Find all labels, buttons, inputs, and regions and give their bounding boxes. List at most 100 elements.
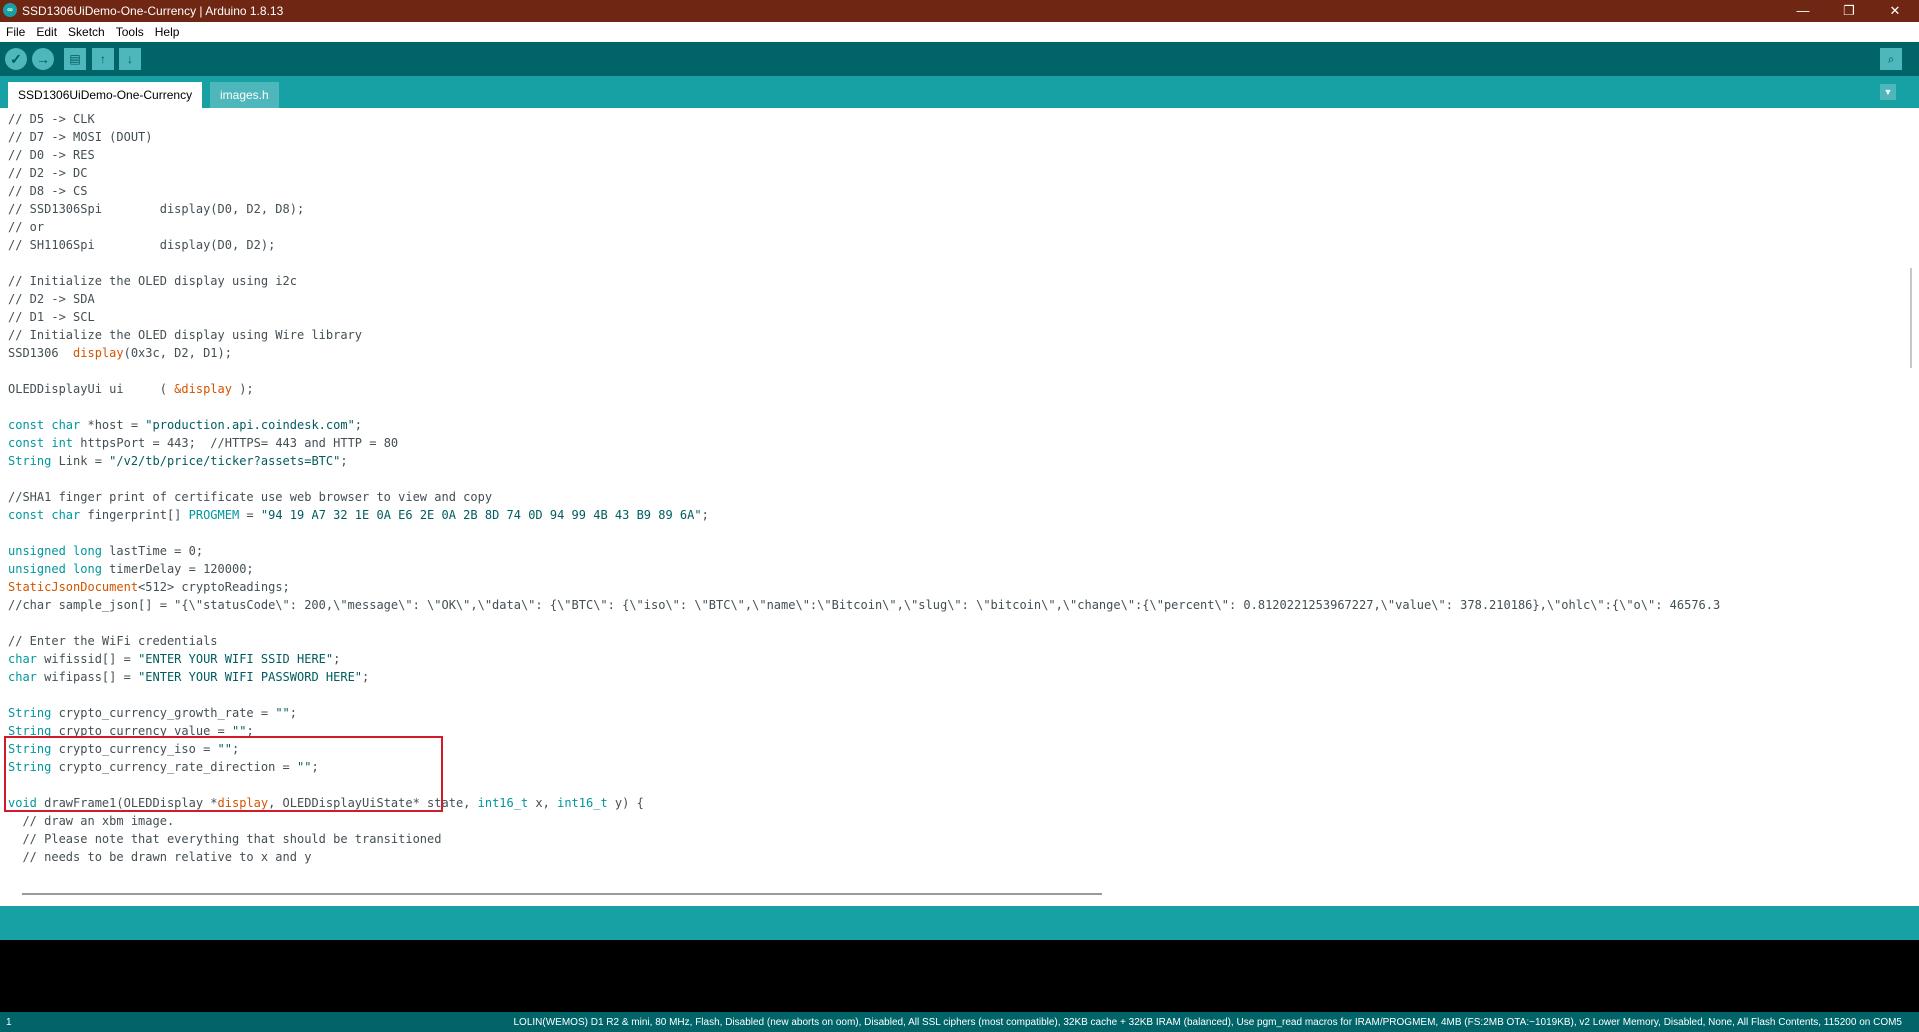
horizontal-scrollbar[interactable] [0, 886, 1919, 906]
code-line: unsigned long timerDelay = 120000; [8, 560, 254, 578]
code-token: SSD1306 [8, 346, 74, 360]
code-token: char [8, 652, 37, 666]
code-token: // Please note that everything that shou… [8, 832, 442, 846]
save-sketch-button[interactable]: ↓ [119, 48, 141, 70]
code-token: wifipass[] = [36, 670, 139, 684]
code-token: = [239, 508, 261, 522]
code-line: const char fingerprint[] PROGMEM = "94 1… [8, 506, 709, 524]
code-token: // Enter the WiFi credentials [8, 634, 218, 648]
code-token: "ENTER YOUR WIFI PASSWORD HERE" [138, 670, 363, 684]
horizontal-scroll-thumb[interactable] [22, 893, 1102, 895]
code-line: char wifissid[] = "ENTER YOUR WIFI SSID … [8, 650, 340, 668]
code-line: // Initialize the OLED display using Wir… [8, 326, 362, 344]
status-bar [0, 906, 1919, 940]
code-token: StaticJsonDocument [8, 580, 139, 594]
code-token: // D5 -> CLK [8, 112, 95, 126]
code-token: int16_t [477, 796, 529, 810]
new-sketch-button[interactable]: ▤ [64, 48, 86, 70]
code-token: httpsPort = 443; //HTTPS= 443 and HTTP =… [73, 436, 399, 450]
code-token: x, [528, 796, 558, 810]
code-line: // or [8, 218, 44, 236]
code-token: *host = [80, 418, 146, 432]
code-token: // D8 -> CS [8, 184, 88, 198]
title-bar: ∞ SSD1306UiDemo-One-Currency | Arduino 1… [0, 0, 1919, 22]
open-sketch-button[interactable]: ↑ [92, 48, 114, 70]
code-token: "94 19 A7 32 1E 0A E6 2E 0A 2B 8D 74 0D … [260, 508, 702, 522]
code-token: ; [340, 454, 348, 468]
code-token: y) { [607, 796, 644, 810]
upload-button[interactable]: → [32, 48, 54, 70]
code-token: // SSD1306Spi display(D0, D2, D8); [8, 202, 305, 216]
verify-button[interactable]: ✓ [5, 48, 27, 70]
tab-main-sketch[interactable]: SSD1306UiDemo-One-Currency [8, 82, 203, 108]
code-token: // SH1106Spi display(D0, D2); [8, 238, 276, 252]
code-line: // D5 -> CLK [8, 110, 95, 128]
code-line: StaticJsonDocument<512> cryptoReadings; [8, 578, 290, 596]
code-token: unsigned long [8, 562, 102, 576]
code-line: // Please note that everything that shou… [8, 830, 441, 848]
window-title: SSD1306UiDemo-One-Currency | Arduino 1.8… [22, 4, 284, 18]
code-token: wifissid[] = [36, 652, 139, 666]
board-footer: 1 LOLIN(WEMOS) D1 R2 & mini, 80 MHz, Fla… [0, 1012, 1919, 1032]
code-token: "/v2/tb/price/ticker?assets=BTC" [109, 454, 341, 468]
board-info: LOLIN(WEMOS) D1 R2 & mini, 80 MHz, Flash… [513, 1017, 1903, 1028]
code-token: fingerprint[] [80, 508, 189, 522]
code-token: &display [174, 382, 232, 396]
code-token: <512> cryptoReadings; [138, 580, 290, 594]
menu-bar: File Edit Sketch Tools Help [0, 22, 1919, 42]
menu-sketch[interactable]: Sketch [62, 22, 110, 39]
code-line: // D2 -> SDA [8, 290, 95, 308]
code-line: String Link = "/v2/tb/price/ticker?asset… [8, 452, 348, 470]
code-line: // SH1106Spi display(D0, D2); [8, 236, 275, 254]
code-token: "production.api.coindesk.com" [145, 418, 355, 432]
menu-tools[interactable]: Tools [110, 22, 149, 39]
code-line: // draw an xbm image. [8, 812, 174, 830]
tab-menu-icon[interactable]: ▼ [1880, 84, 1896, 100]
code-editor[interactable]: // D5 -> CLK // D7 -> MOSI (DOUT) // D0 ->… [0, 108, 1904, 886]
code-token: // needs to be drawn relative to x and y [8, 850, 312, 864]
code-line: OLEDDisplayUi ui ( &display ); [8, 380, 254, 398]
code-line: // D8 -> CS [8, 182, 87, 200]
code-token: ; [701, 508, 709, 522]
menu-file[interactable]: File [0, 22, 30, 39]
close-button[interactable]: ✕ [1872, 0, 1918, 22]
code-token: String [8, 454, 52, 468]
minimize-button[interactable]: — [1780, 0, 1826, 22]
code-token: String [8, 706, 52, 720]
code-token: PROGMEM [188, 508, 240, 522]
code-token: lastTime = 0; [101, 544, 204, 558]
code-line: // D7 -> MOSI (DOUT) [8, 128, 153, 146]
code-token: //SHA1 finger print of certificate use w… [8, 490, 493, 504]
code-token: // D7 -> MOSI (DOUT) [8, 130, 153, 144]
vertical-scroll-thumb[interactable] [1910, 268, 1912, 368]
arduino-logo-icon: ∞ [3, 3, 17, 17]
tab-images-h[interactable]: images.h [210, 82, 279, 108]
code-line: char wifipass[] = "ENTER YOUR WIFI PASSW… [8, 668, 369, 686]
code-token: int16_t [557, 796, 608, 810]
vertical-scrollbar[interactable] [1904, 108, 1919, 886]
code-line: const char *host = "production.api.coind… [8, 416, 362, 434]
menu-edit[interactable]: Edit [30, 22, 62, 39]
code-token: // Initialize the OLED display using i2c [8, 274, 297, 288]
code-line: //char sample_json[] = "{\"statusCode\":… [8, 596, 1720, 614]
code-token: ; [362, 670, 370, 684]
code-line: // D0 -> RES [8, 146, 95, 164]
code-line: //SHA1 finger print of certificate use w… [8, 488, 492, 506]
code-line: SSD1306 display(0x3c, D2, D1); [8, 344, 232, 362]
code-line: // Enter the WiFi credentials [8, 632, 218, 650]
code-token: "" [275, 706, 290, 720]
console-output [0, 940, 1919, 1012]
code-line: String crypto_currency_growth_rate = ""; [8, 704, 297, 722]
code-token: (0x3c, D2, D1); [123, 346, 232, 360]
code-token: display [73, 346, 124, 360]
code-token: "ENTER YOUR WIFI SSID HERE" [138, 652, 334, 666]
code-token: const char [8, 418, 81, 432]
code-token: const char [8, 508, 81, 522]
code-line: unsigned long lastTime = 0; [8, 542, 203, 560]
code-token: //char sample_json[] = "{\"statusCode\":… [8, 598, 1721, 612]
maximize-button[interactable]: ❐ [1826, 0, 1872, 22]
serial-monitor-button[interactable]: ⌕ [1880, 48, 1902, 70]
code-line: // D2 -> DC [8, 164, 87, 182]
menu-help[interactable]: Help [149, 22, 185, 39]
code-token: // D2 -> DC [8, 166, 88, 180]
